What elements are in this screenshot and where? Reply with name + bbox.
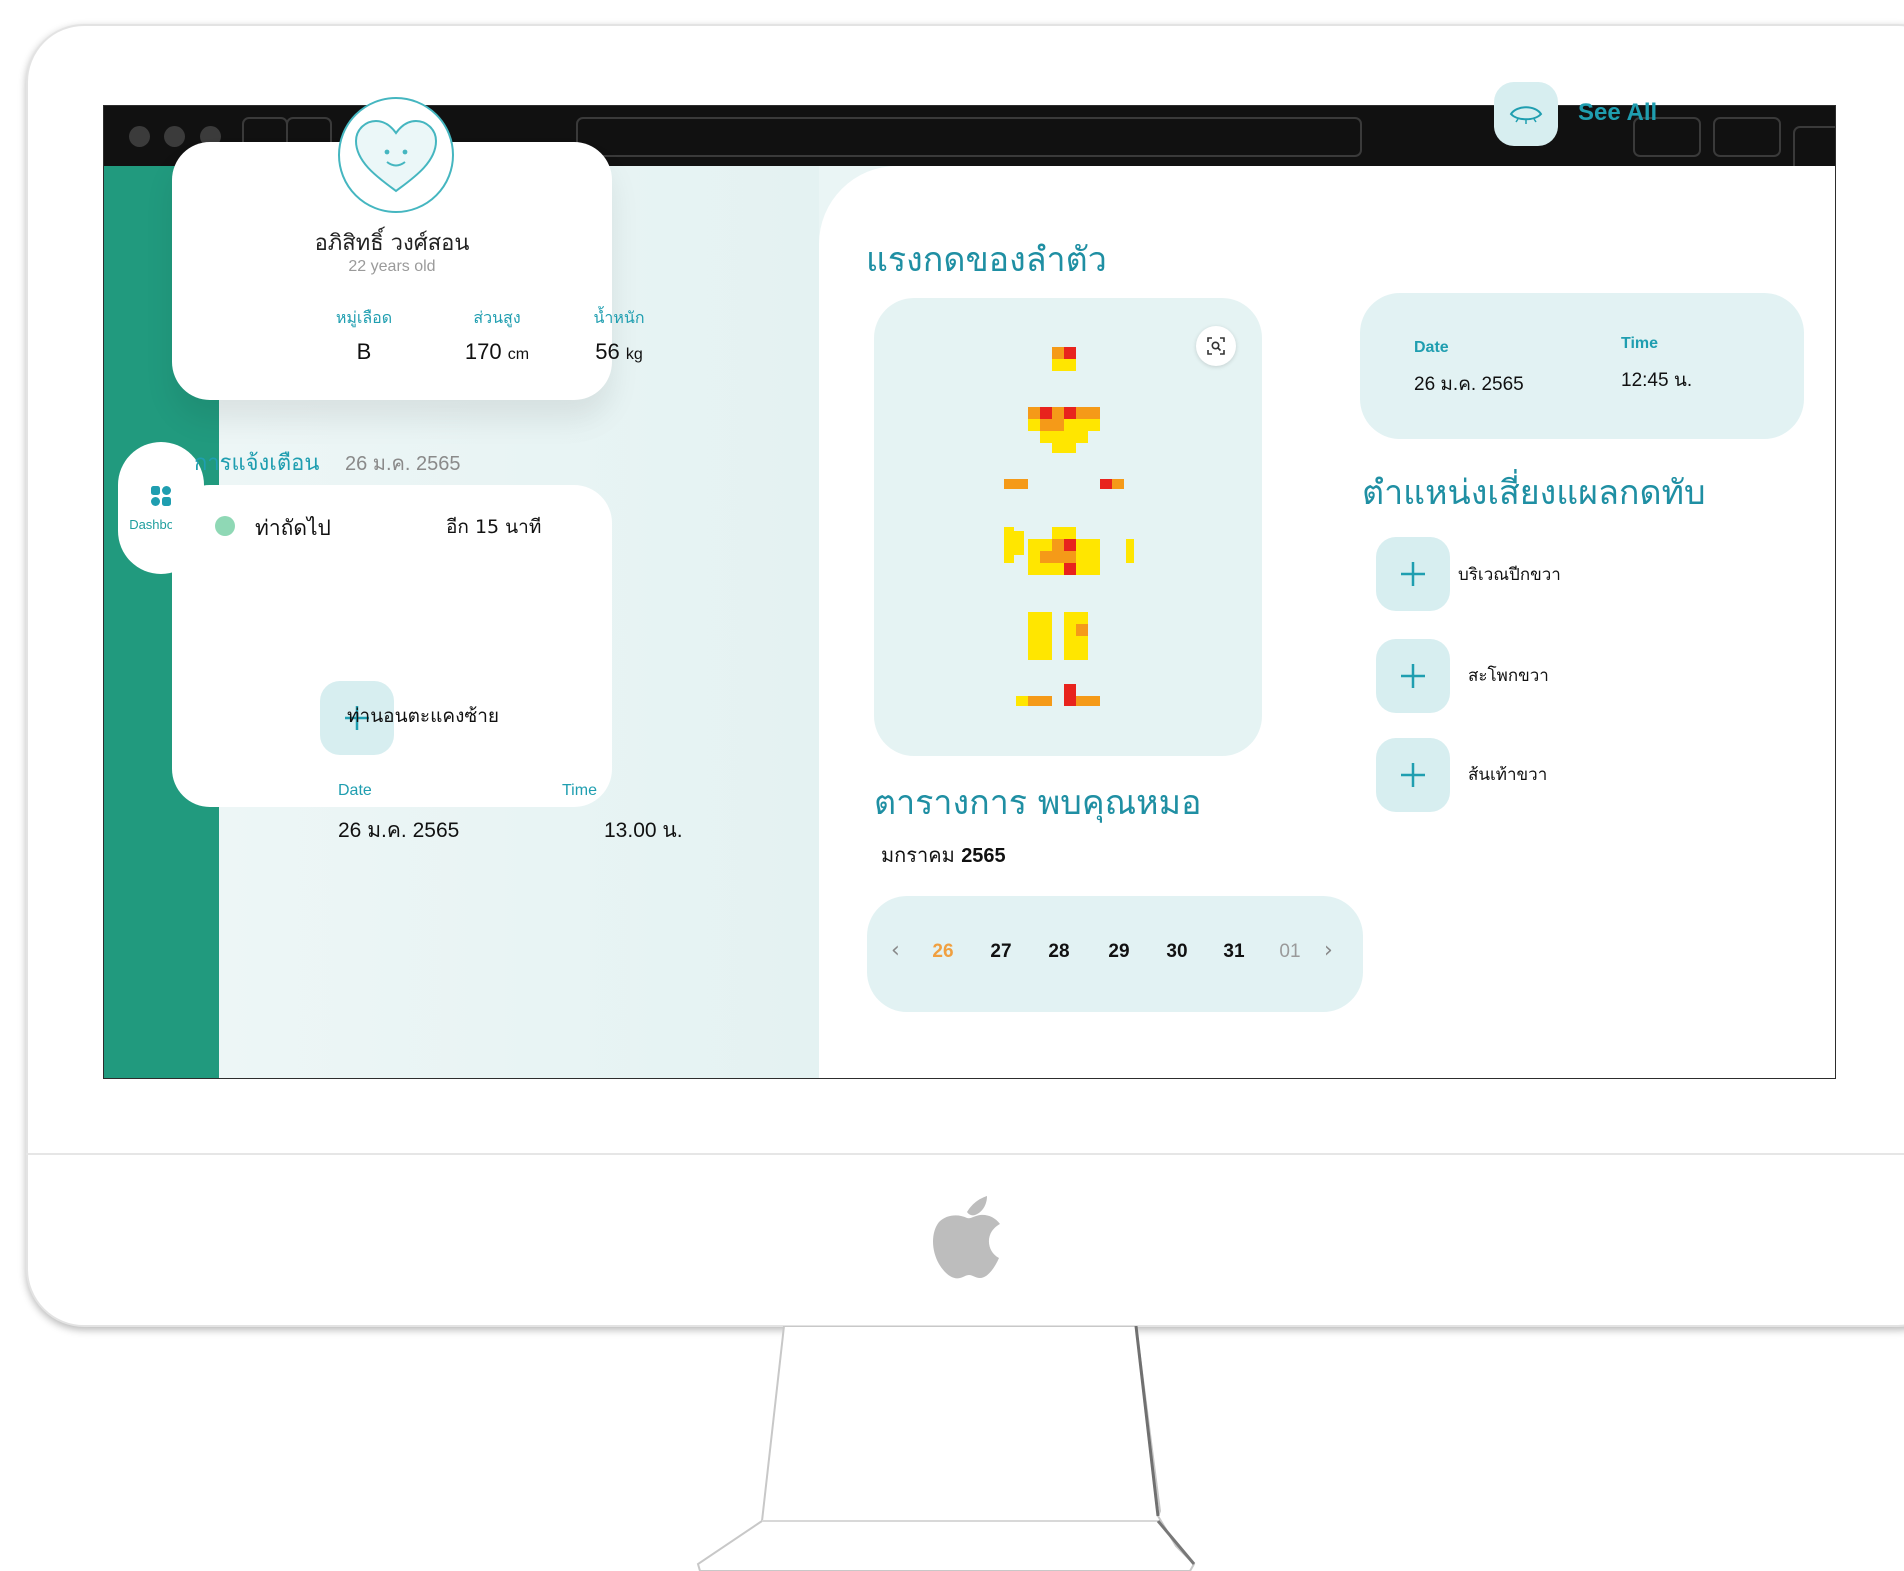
patient-age: 22 years old xyxy=(348,258,436,275)
window-minimize-dot[interactable] xyxy=(164,126,185,147)
window-close-dot[interactable] xyxy=(129,126,150,147)
reading-datetime-card xyxy=(1360,293,1804,439)
risk-item-label: บริเวณปีกขวา xyxy=(1458,565,1561,585)
pressure-title: แรงกดของลำตัว xyxy=(866,240,1107,280)
schedule-title: ตารางการ พบคุณหมอ xyxy=(874,783,1202,823)
alert-date-value: 26 ม.ค. 2565 xyxy=(338,819,460,842)
next-position-countdown: อีก 15 นาที xyxy=(446,516,542,538)
blood-type-label: หมู่เลือด xyxy=(335,308,393,327)
eye-icon xyxy=(1509,106,1543,124)
patient-name: อภิสิทธิ์ วงศ์สอน xyxy=(314,231,470,256)
zoom-heatmap-button[interactable] xyxy=(1196,326,1236,366)
calendar-day[interactable]: 30 xyxy=(1157,941,1197,963)
pressure-heatmap xyxy=(1004,347,1134,706)
risk-positions-title: ตำแหน่งเสี่ยงแผลกดทับ xyxy=(1362,473,1706,513)
reading-date-value: 26 ม.ค. 2565 xyxy=(1414,374,1524,395)
height-label: ส่วนสูง xyxy=(473,308,521,327)
reading-date-label: Date xyxy=(1414,339,1449,356)
tabs-button[interactable] xyxy=(1713,117,1781,157)
imac-mockup: Dashboard อภิสิทธิ์ วงศ์สอน 22 years old… xyxy=(0,0,1904,1571)
chevron-right-icon[interactable]: › xyxy=(1324,938,1333,963)
monitor-chin-divider xyxy=(26,1153,1904,1155)
status-dot xyxy=(215,516,235,536)
risk-item-button-2[interactable] xyxy=(1376,639,1450,713)
plus-icon xyxy=(1401,562,1425,586)
alert-time-label: Time xyxy=(562,782,597,799)
schedule-month: มกราคม 2565 xyxy=(881,839,1006,871)
calendar-day-selected[interactable]: 26 xyxy=(923,941,963,963)
apple-logo-icon xyxy=(933,1196,1000,1279)
scan-zoom-icon xyxy=(1207,337,1225,355)
avatar xyxy=(338,97,454,213)
calendar-day-next-month[interactable]: 01 xyxy=(1270,941,1310,963)
alerts-title: การแจ้งเตือน xyxy=(194,451,320,476)
see-all-link[interactable]: See All xyxy=(1578,99,1657,127)
risk-item-button-3[interactable] xyxy=(1376,738,1450,812)
weight-label: น้ำหนัก xyxy=(593,308,645,327)
height-value: 170 cm xyxy=(442,339,552,365)
weight-value: 56 kg xyxy=(564,339,674,365)
calendar-day[interactable]: 27 xyxy=(981,941,1021,963)
alerts-date: 26 ม.ค. 2565 xyxy=(345,453,461,475)
chevron-left-icon[interactable]: ‹ xyxy=(891,938,900,963)
blood-type-value: B xyxy=(356,339,372,364)
schedule-year: 2565 xyxy=(961,845,1006,867)
schedule-month-name: มกราคม xyxy=(881,843,955,867)
plus-icon xyxy=(1401,664,1425,688)
risk-item-label: ส้นเท้าขวา xyxy=(1468,765,1548,785)
weight-number: 56 xyxy=(595,339,620,364)
dashboard-grid-icon xyxy=(151,485,171,506)
calendar-day[interactable]: 31 xyxy=(1214,941,1254,963)
next-position-card[interactable] xyxy=(172,485,612,807)
weight-unit: kg xyxy=(625,346,643,363)
height-number: 170 xyxy=(464,339,502,364)
reading-time-value: 12:45 น. xyxy=(1621,370,1693,391)
height-unit: cm xyxy=(507,346,530,363)
reading-time-label: Time xyxy=(1621,335,1659,352)
next-position-label: ท่าถัดไป xyxy=(255,516,331,540)
sidebar-toggle-button[interactable] xyxy=(1793,126,1835,166)
risk-item-label: สะโพกขวา xyxy=(1468,666,1549,686)
heart-face-icon xyxy=(354,119,438,193)
alert-date-label: Date xyxy=(338,782,372,799)
see-all-button[interactable] xyxy=(1494,82,1558,146)
monitor-stand xyxy=(696,1326,1196,1571)
alert-time-value: 13.00 น. xyxy=(604,819,683,842)
address-bar[interactable] xyxy=(576,117,1362,157)
plus-icon xyxy=(1401,763,1425,787)
risk-item-button-1[interactable] xyxy=(1376,537,1450,611)
calendar-day[interactable]: 28 xyxy=(1039,941,1079,963)
position-name: ท่านอนตะแคงซ้าย xyxy=(347,705,500,727)
calendar-day[interactable]: 29 xyxy=(1099,941,1139,963)
